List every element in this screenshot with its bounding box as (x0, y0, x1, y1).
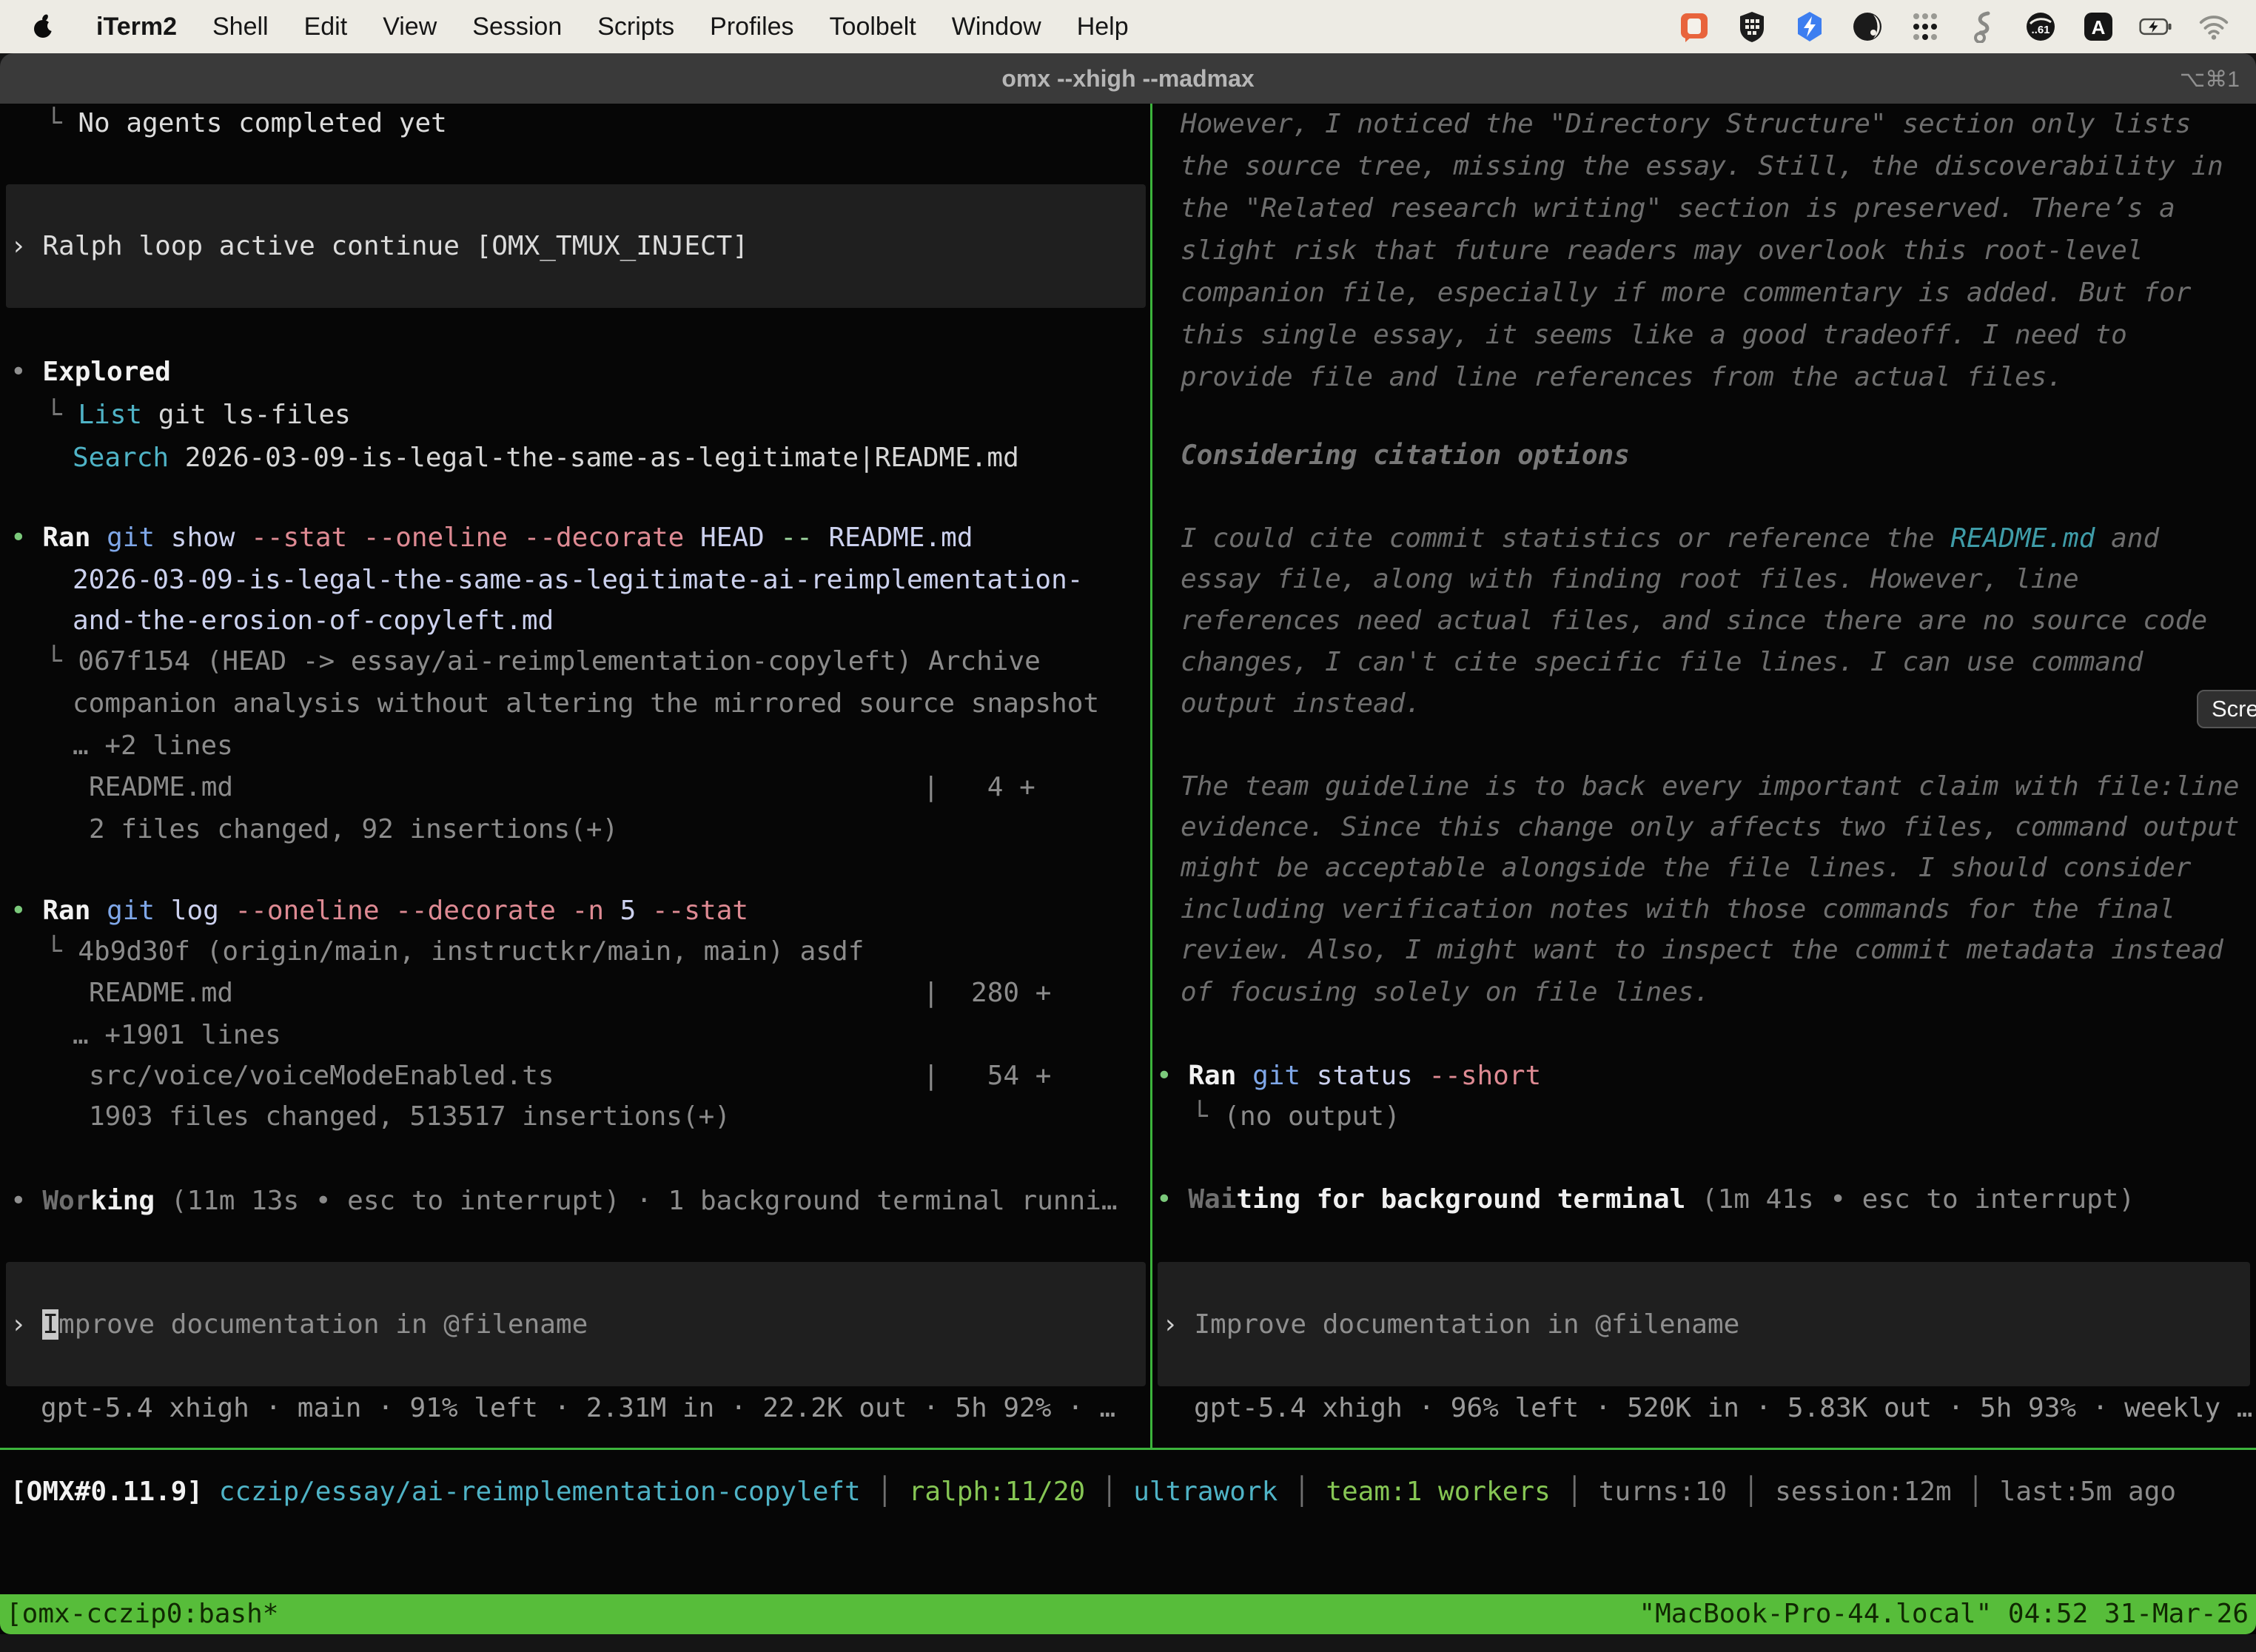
git-show-stat-row: README.md | 4 + (89, 766, 1035, 808)
letter-a-icon[interactable]: A (2081, 10, 2115, 44)
tmux-status-bar: [omx-cczip0:bash* "MacBook-Pro-44.local"… (0, 1594, 2256, 1634)
badge-61-icon[interactable]: ..61 (2024, 10, 2058, 44)
reasoning-text: might be acceptable alongside the file l… (1181, 847, 2191, 889)
reasoning-text: output instead. (1181, 682, 1421, 725)
reasoning-text: references need actual files, and since … (1181, 600, 2207, 642)
right-prompt-placeholder: Improve documentation in @filename (1194, 1309, 1739, 1340)
hook-figure-icon[interactable] (1966, 10, 2000, 44)
reasoning-text: including verification notes with those … (1181, 888, 2175, 930)
git-show-command-wrap: and-the-erosion-of-copyleft.md (73, 600, 554, 642)
working-status-line: • Working (11m 13s • esc to interrupt) ·… (10, 1180, 1118, 1222)
reasoning-heading: Considering citation options (1181, 434, 1630, 477)
menu-item-help[interactable]: Help (1077, 13, 1129, 41)
explored-list-line: └ List git ls-files (46, 394, 351, 436)
right-session-status: gpt-5.4 xhigh · 96% left · 520K in · 5.8… (1194, 1387, 2252, 1429)
git-log-summary: 1903 files changed, 513517 insertions(+) (89, 1095, 731, 1138)
menu-status-icons: ..61 A (1677, 10, 2256, 44)
menu-item-toolbelt[interactable]: Toolbelt (830, 13, 916, 41)
menu-item-view[interactable]: View (383, 13, 437, 41)
right-prompt-line[interactable]: › Improve documentation in @filename (1162, 1303, 1739, 1346)
menu-bar: iTerm2 Shell Edit View Session Scripts P… (0, 0, 2256, 53)
git-log-stat-row: src/voice/voiceModeEnabled.ts | 54 + (89, 1055, 1051, 1097)
reasoning-text: review. Also, I might want to inspect th… (1181, 929, 2223, 971)
reasoning-text: evidence. Since this change only affects… (1181, 806, 2239, 848)
tmux-host-clock: "MacBook-Pro-44.local" 04:52 31-Mar-26 (1639, 1594, 2249, 1634)
menu-item-profiles[interactable]: Profiles (710, 13, 793, 41)
tmux-vertical-pane-border[interactable] (1150, 104, 1152, 1448)
git-status-command: • Ran git status --short (1156, 1055, 1541, 1097)
git-status-output: └ (no output) (1192, 1095, 1400, 1138)
left-prompt-line[interactable]: › Improve documentation in @filename (10, 1303, 588, 1346)
git-log-stat-row: README.md | 280 + (89, 972, 1051, 1014)
screen-recording-icon[interactable] (1677, 10, 1711, 44)
prompt-chevron-icon: › (10, 1309, 42, 1340)
text-cursor: I (42, 1309, 58, 1340)
tmux-session-window[interactable]: [omx-cczip0:bash* (6, 1594, 278, 1634)
reasoning-text: of focusing solely on file lines. (1181, 971, 1710, 1013)
menu-item-edit[interactable]: Edit (304, 13, 348, 41)
left-session-status: gpt-5.4 xhigh · main · 91% left · 2.31M … (41, 1387, 1115, 1429)
reasoning-text: slight risk that future readers may over… (1181, 229, 2143, 272)
desktop-strip (0, 1634, 2256, 1652)
dots-grid-icon[interactable] (1908, 10, 1942, 44)
reasoning-text-with-link: I could cite commit statistics or refere… (1181, 517, 2159, 560)
git-show-command-wrap: 2026-03-09-is-legal-the-same-as-legitima… (73, 559, 1083, 601)
tmux-horizontal-pane-border[interactable] (0, 1448, 2256, 1450)
shield-grid-icon[interactable] (1735, 10, 1769, 44)
reasoning-text: companion file, especially if more comme… (1181, 272, 2191, 314)
hexagon-bolt-icon[interactable] (1793, 10, 1827, 44)
menu-item-session[interactable]: Session (472, 13, 562, 41)
menu-left: iTerm2 Shell Edit View Session Scripts P… (0, 10, 1129, 44)
reasoning-text: changes, I can't cite specific file line… (1181, 641, 2143, 683)
menu-item-shell[interactable]: Shell (212, 13, 269, 41)
window-title: omx --xhigh --madmax (0, 65, 2256, 93)
screen: iTerm2 Shell Edit View Session Scripts P… (0, 0, 2256, 1652)
reasoning-text: this single essay, it seems like a good … (1181, 314, 2127, 356)
explored-search-line: Search 2026-03-09-is-legal-the-same-as-l… (73, 437, 1019, 479)
screen-sharing-notification[interactable]: Scre (2197, 690, 2256, 728)
reasoning-text: essay file, along with finding root file… (1181, 558, 2079, 600)
reasoning-text: However, I noticed the "Directory Struct… (1181, 103, 2191, 145)
explored-header: • Explored (10, 351, 171, 393)
menu-item-iterm2[interactable]: iTerm2 (96, 13, 177, 41)
git-show-output: └ 067f154 (HEAD -> essay/ai-reimplementa… (46, 640, 1041, 682)
menu-item-window[interactable]: Window (952, 13, 1041, 41)
inject-prompt-text[interactable]: › Ralph loop active continue [OMX_TMUX_I… (10, 225, 748, 267)
svg-text:..61: ..61 (2031, 24, 2049, 36)
screen-sharing-notification-label: Scre (2212, 696, 2256, 722)
git-log-output: └ 4b9d30f (origin/main, instructkr/main,… (46, 930, 864, 973)
apple-icon[interactable] (27, 10, 61, 44)
omx-status-line: [OMX#0.11.9] cczip/essay/ai-reimplementa… (10, 1471, 2176, 1513)
prompt-chevron-icon: › (1162, 1309, 1194, 1340)
reasoning-text: the "Related research writing" section i… (1181, 187, 2175, 229)
window-shortcut-badge: ⌥⌘1 (2180, 67, 2240, 93)
reasoning-text: the source tree, missing the essay. Stil… (1181, 145, 2223, 187)
waiting-status-line: • Waiting for background terminal (1m 41… (1156, 1178, 2135, 1220)
git-log-command: • Ran git log --oneline --decorate -n 5 … (10, 890, 748, 932)
git-log-output-truncated: … +1901 lines (73, 1014, 281, 1056)
git-show-output-truncated: … +2 lines (73, 725, 233, 767)
left-prompt-placeholder: mprove documentation in @filename (58, 1309, 588, 1340)
wifi-icon[interactable] (2197, 10, 2231, 44)
svg-text:A: A (2092, 16, 2106, 38)
pie-circle-icon[interactable] (1850, 10, 1884, 44)
git-show-summary: 2 files changed, 92 insertions(+) (89, 808, 618, 850)
battery-icon[interactable] (2139, 10, 2173, 44)
git-show-output: companion analysis without altering the … (73, 682, 1099, 725)
git-show-command: • Ran git show --stat --oneline --decora… (10, 517, 973, 559)
reasoning-text: provide file and line references from th… (1181, 356, 2063, 398)
agents-note: └ No agents completed yet (46, 102, 447, 144)
menu-item-scripts[interactable]: Scripts (597, 13, 674, 41)
reasoning-text: The team guideline is to back every impo… (1181, 765, 2239, 807)
